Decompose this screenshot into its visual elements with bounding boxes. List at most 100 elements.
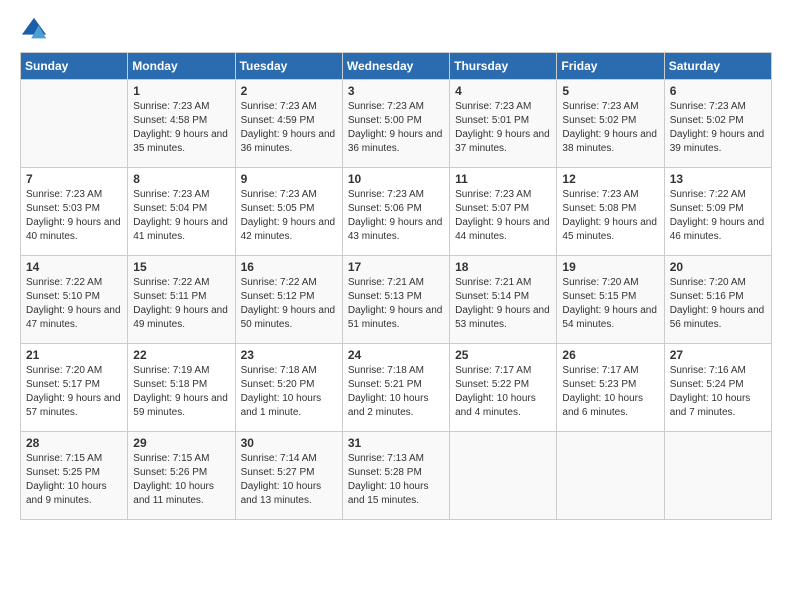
day-header-tuesday: Tuesday	[235, 53, 342, 80]
day-number: 28	[26, 436, 122, 450]
calendar-cell: 3 Sunrise: 7:23 AMSunset: 5:00 PMDaylight…	[342, 80, 449, 168]
day-number: 5	[562, 84, 658, 98]
sunset-text: Sunset: 5:11 PM	[133, 290, 229, 304]
day-info: Sunrise: 7:23 AMSunset: 5:03 PMDaylight:…	[26, 188, 122, 244]
week-row-3: 14Sunrise: 7:22 AMSunset: 5:10 PMDayligh…	[21, 256, 772, 344]
day-number: 8	[133, 172, 229, 186]
daylight-text: Daylight: 10 hours and 2 minutes.	[348, 392, 444, 420]
calendar-cell: 20Sunrise: 7:20 AMSunset: 5:16 PMDayligh…	[664, 256, 771, 344]
day-number: 14	[26, 260, 122, 274]
day-info: Sunrise: 7:18 AMSunset: 5:21 PMDaylight:…	[348, 364, 444, 420]
sunset-text: Sunset: 5:01 PM	[455, 114, 551, 128]
week-row-4: 21 Sunrise: 7:20 AMSunset: 5:17 PMDayligh…	[21, 344, 772, 432]
sunrise-text: Sunrise: 7:21 AM	[348, 276, 444, 290]
sunset-text: Sunset: 5:20 PM	[241, 378, 337, 392]
day-info: Sunrise: 7:23 AMSunset: 5:00 PMDaylight:…	[348, 100, 444, 156]
day-header-wednesday: Wednesday	[342, 53, 449, 80]
sunset-text: Sunset: 5:08 PM	[562, 202, 658, 216]
calendar-cell	[450, 432, 557, 520]
day-number: 4	[455, 84, 551, 98]
sunset-text: Sunset: 5:13 PM	[348, 290, 444, 304]
calendar-cell: 5 Sunrise: 7:23 AMSunset: 5:02 PMDaylight…	[557, 80, 664, 168]
sunrise-text: Sunrise: 7:23 AM	[562, 100, 658, 114]
daylight-text: Daylight: 10 hours and 6 minutes.	[562, 392, 658, 420]
sunrise-text: Sunrise: 7:23 AM	[348, 188, 444, 202]
sunrise-text: Sunrise: 7:15 AM	[133, 452, 229, 466]
day-number: 9	[241, 172, 337, 186]
sunrise-text: Sunrise: 7:16 AM	[670, 364, 766, 378]
day-number: 21	[26, 348, 122, 362]
sunrise-text: Sunrise: 7:23 AM	[241, 188, 337, 202]
sunset-text: Sunset: 5:00 PM	[348, 114, 444, 128]
day-info: Sunrise: 7:17 AMSunset: 5:23 PMDaylight:…	[562, 364, 658, 420]
sunrise-text: Sunrise: 7:19 AM	[133, 364, 229, 378]
sunrise-text: Sunrise: 7:18 AM	[241, 364, 337, 378]
sunrise-text: Sunrise: 7:23 AM	[133, 100, 229, 114]
sunrise-text: Sunrise: 7:20 AM	[562, 276, 658, 290]
day-number: 15	[133, 260, 229, 274]
sunset-text: Sunset: 5:27 PM	[241, 466, 337, 480]
sunset-text: Sunset: 5:09 PM	[670, 202, 766, 216]
daylight-text: Daylight: 9 hours and 38 minutes.	[562, 128, 658, 156]
day-info: Sunrise: 7:23 AMSunset: 5:07 PMDaylight:…	[455, 188, 551, 244]
sunset-text: Sunset: 5:02 PM	[670, 114, 766, 128]
sunset-text: Sunset: 5:26 PM	[133, 466, 229, 480]
day-info: Sunrise: 7:20 AMSunset: 5:17 PMDaylight:…	[26, 364, 122, 420]
day-number: 17	[348, 260, 444, 274]
day-number: 26	[562, 348, 658, 362]
logo	[20, 16, 52, 44]
sunset-text: Sunset: 5:16 PM	[670, 290, 766, 304]
day-number: 11	[455, 172, 551, 186]
daylight-text: Daylight: 10 hours and 13 minutes.	[241, 480, 337, 508]
day-info: Sunrise: 7:22 AMSunset: 5:11 PMDaylight:…	[133, 276, 229, 332]
day-info: Sunrise: 7:17 AMSunset: 5:22 PMDaylight:…	[455, 364, 551, 420]
day-info: Sunrise: 7:21 AMSunset: 5:14 PMDaylight:…	[455, 276, 551, 332]
calendar-cell: 30Sunrise: 7:14 AMSunset: 5:27 PMDayligh…	[235, 432, 342, 520]
sunrise-text: Sunrise: 7:23 AM	[26, 188, 122, 202]
daylight-text: Daylight: 9 hours and 56 minutes.	[670, 304, 766, 332]
daylight-text: Daylight: 9 hours and 44 minutes.	[455, 216, 551, 244]
sunset-text: Sunset: 5:06 PM	[348, 202, 444, 216]
calendar-cell: 14Sunrise: 7:22 AMSunset: 5:10 PMDayligh…	[21, 256, 128, 344]
sunset-text: Sunset: 5:24 PM	[670, 378, 766, 392]
sunrise-text: Sunrise: 7:22 AM	[670, 188, 766, 202]
day-number: 13	[670, 172, 766, 186]
sunrise-text: Sunrise: 7:23 AM	[133, 188, 229, 202]
sunset-text: Sunset: 5:23 PM	[562, 378, 658, 392]
daylight-text: Daylight: 9 hours and 46 minutes.	[670, 216, 766, 244]
calendar-cell: 9Sunrise: 7:23 AMSunset: 5:05 PMDaylight…	[235, 168, 342, 256]
calendar-cell	[557, 432, 664, 520]
day-number: 31	[348, 436, 444, 450]
sunrise-text: Sunrise: 7:23 AM	[562, 188, 658, 202]
sunset-text: Sunset: 5:22 PM	[455, 378, 551, 392]
calendar-cell: 8Sunrise: 7:23 AMSunset: 5:04 PMDaylight…	[128, 168, 235, 256]
sunset-text: Sunset: 5:15 PM	[562, 290, 658, 304]
daylight-text: Daylight: 9 hours and 57 minutes.	[26, 392, 122, 420]
day-number: 19	[562, 260, 658, 274]
sunrise-text: Sunrise: 7:22 AM	[241, 276, 337, 290]
daylight-text: Daylight: 9 hours and 51 minutes.	[348, 304, 444, 332]
day-number: 10	[348, 172, 444, 186]
week-row-5: 28Sunrise: 7:15 AMSunset: 5:25 PMDayligh…	[21, 432, 772, 520]
sunset-text: Sunset: 5:02 PM	[562, 114, 658, 128]
calendar-cell: 1Sunrise: 7:23 AMSunset: 4:58 PMDaylight…	[128, 80, 235, 168]
daylight-text: Daylight: 9 hours and 59 minutes.	[133, 392, 229, 420]
daylight-text: Daylight: 9 hours and 42 minutes.	[241, 216, 337, 244]
calendar-cell: 24Sunrise: 7:18 AMSunset: 5:21 PMDayligh…	[342, 344, 449, 432]
calendar-cell: 31Sunrise: 7:13 AMSunset: 5:28 PMDayligh…	[342, 432, 449, 520]
calendar-cell: 16Sunrise: 7:22 AMSunset: 5:12 PMDayligh…	[235, 256, 342, 344]
page-header	[20, 16, 772, 44]
day-header-monday: Monday	[128, 53, 235, 80]
day-info: Sunrise: 7:23 AMSunset: 5:06 PMDaylight:…	[348, 188, 444, 244]
day-info: Sunrise: 7:23 AMSunset: 5:01 PMDaylight:…	[455, 100, 551, 156]
day-number: 3	[348, 84, 444, 98]
day-header-thursday: Thursday	[450, 53, 557, 80]
sunset-text: Sunset: 5:17 PM	[26, 378, 122, 392]
day-number: 20	[670, 260, 766, 274]
week-row-1: 1Sunrise: 7:23 AMSunset: 4:58 PMDaylight…	[21, 80, 772, 168]
calendar-cell: 12Sunrise: 7:23 AMSunset: 5:08 PMDayligh…	[557, 168, 664, 256]
calendar-cell: 6Sunrise: 7:23 AMSunset: 5:02 PMDaylight…	[664, 80, 771, 168]
calendar-cell: 28Sunrise: 7:15 AMSunset: 5:25 PMDayligh…	[21, 432, 128, 520]
daylight-text: Daylight: 9 hours and 45 minutes.	[562, 216, 658, 244]
calendar-cell: 11 Sunrise: 7:23 AMSunset: 5:07 PMDayligh…	[450, 168, 557, 256]
